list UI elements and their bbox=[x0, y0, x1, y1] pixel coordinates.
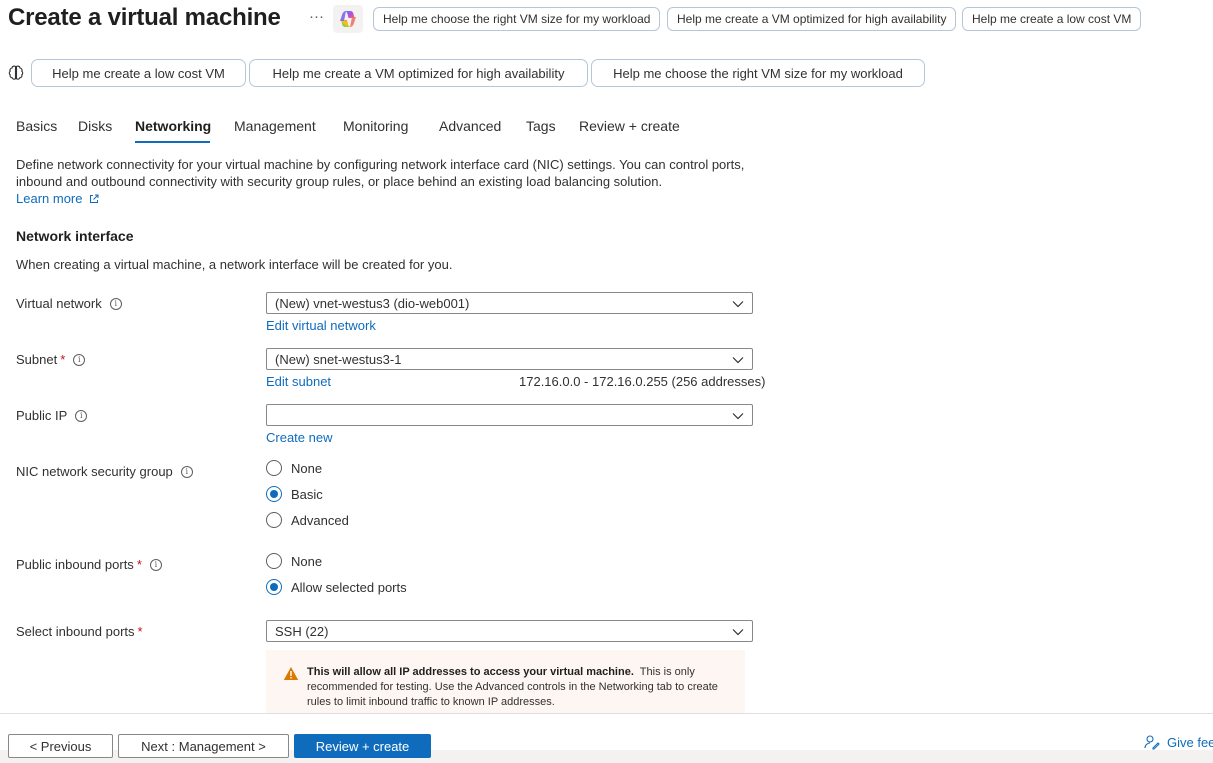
suggestion-vm-size[interactable]: Help me choose the right VM size for my … bbox=[591, 59, 925, 87]
tab-tags[interactable]: Tags bbox=[526, 118, 556, 134]
quick-prompt-high-availability[interactable]: Help me create a VM optimized for high a… bbox=[667, 7, 957, 31]
info-icon[interactable]: i bbox=[109, 297, 122, 310]
radio-button[interactable] bbox=[266, 553, 282, 569]
edit-virtual-network-link[interactable]: Edit virtual network bbox=[266, 318, 376, 333]
required-marker: * bbox=[60, 352, 66, 367]
subnet-select[interactable]: (New) snet-westus3-1 bbox=[266, 348, 753, 370]
tab-management[interactable]: Management bbox=[234, 118, 316, 134]
copilot-icon bbox=[340, 11, 356, 27]
quick-prompt-vm-size[interactable]: Help me choose the right VM size for my … bbox=[373, 7, 661, 31]
tab-monitoring[interactable]: Monitoring bbox=[343, 118, 408, 134]
radio-button-selected[interactable] bbox=[266, 579, 282, 595]
quick-prompt-low-cost[interactable]: Help me create a low cost VM bbox=[962, 7, 1142, 31]
virtual-network-select[interactable]: (New) vnet-westus3 (dio-web001) bbox=[266, 292, 753, 314]
brain-icon bbox=[7, 64, 25, 85]
more-options-button[interactable]: ··· bbox=[309, 8, 324, 25]
learn-more-link[interactable]: Learn more bbox=[16, 191, 99, 206]
info-icon[interactable]: i bbox=[75, 409, 88, 422]
public-ip-select[interactable] bbox=[266, 404, 753, 426]
edit-subnet-link[interactable]: Edit subnet bbox=[266, 374, 331, 389]
create-new-public-ip-link[interactable]: Create new bbox=[266, 430, 332, 445]
tab-disks[interactable]: Disks bbox=[78, 118, 112, 134]
select-inbound-ports-label: Select inbound ports * bbox=[16, 624, 143, 639]
tab-advanced[interactable]: Advanced bbox=[439, 118, 501, 134]
intro-text: Define network connectivity for your vir… bbox=[16, 157, 745, 189]
public-inbound-ports-label: Public inbound ports * i bbox=[16, 557, 162, 572]
info-icon[interactable]: i bbox=[180, 465, 193, 478]
nsg-option-none[interactable]: None bbox=[266, 460, 322, 476]
nsg-option-advanced[interactable]: Advanced bbox=[266, 512, 349, 528]
warning-icon bbox=[283, 667, 299, 680]
chevron-down-icon bbox=[732, 629, 744, 636]
nsg-option-basic[interactable]: Basic bbox=[266, 486, 323, 502]
suggestion-low-cost[interactable]: Help me create a low cost VM bbox=[31, 59, 246, 87]
tab-basics[interactable]: Basics bbox=[16, 118, 57, 134]
radio-button[interactable] bbox=[266, 460, 282, 476]
info-icon[interactable]: i bbox=[73, 353, 86, 366]
page-title: Create a virtual machine bbox=[8, 4, 281, 31]
give-feedback-link[interactable]: Give fee bbox=[1144, 734, 1213, 750]
next-management-button[interactable]: Next : Management > bbox=[118, 734, 289, 758]
nic-nsg-label: NIC network security group i bbox=[16, 464, 193, 479]
footer-divider bbox=[0, 713, 1213, 714]
tab-review-create[interactable]: Review + create bbox=[579, 118, 680, 134]
chevron-down-icon bbox=[732, 301, 744, 308]
radio-button-selected[interactable] bbox=[266, 486, 282, 502]
subnet-address-range: 172.16.0.0 - 172.16.0.255 (256 addresses… bbox=[519, 374, 766, 389]
copilot-button[interactable] bbox=[333, 5, 363, 33]
public-ip-label: Public IP i bbox=[16, 408, 88, 423]
inbound-option-none[interactable]: None bbox=[266, 553, 322, 569]
inbound-ports-select[interactable]: SSH (22) bbox=[266, 620, 753, 642]
section-title: Network interface bbox=[16, 228, 134, 244]
external-link-icon bbox=[90, 194, 99, 203]
tab-networking[interactable]: Networking bbox=[135, 118, 211, 134]
required-marker: * bbox=[137, 624, 143, 639]
section-description: When creating a virtual machine, a netwo… bbox=[16, 257, 453, 272]
intro-description: Define network connectivity for your vir… bbox=[16, 156, 756, 207]
inbound-option-allow-selected[interactable]: Allow selected ports bbox=[266, 579, 407, 595]
radio-button[interactable] bbox=[266, 512, 282, 528]
active-tab-indicator bbox=[135, 141, 210, 143]
suggestion-high-availability[interactable]: Help me create a VM optimized for high a… bbox=[249, 59, 588, 87]
review-create-button[interactable]: Review + create bbox=[294, 734, 431, 758]
subnet-label: Subnet * i bbox=[16, 352, 86, 367]
chevron-down-icon bbox=[732, 413, 744, 420]
feedback-icon bbox=[1144, 735, 1160, 750]
previous-button[interactable]: < Previous bbox=[8, 734, 113, 758]
virtual-network-label: Virtual network i bbox=[16, 296, 122, 311]
chevron-down-icon bbox=[732, 357, 744, 364]
warning-title: This will allow all IP addresses to acce… bbox=[307, 666, 634, 678]
info-icon[interactable]: i bbox=[149, 558, 162, 571]
warning-message: This will allow all IP addresses to acce… bbox=[266, 650, 745, 713]
required-marker: * bbox=[136, 557, 142, 572]
